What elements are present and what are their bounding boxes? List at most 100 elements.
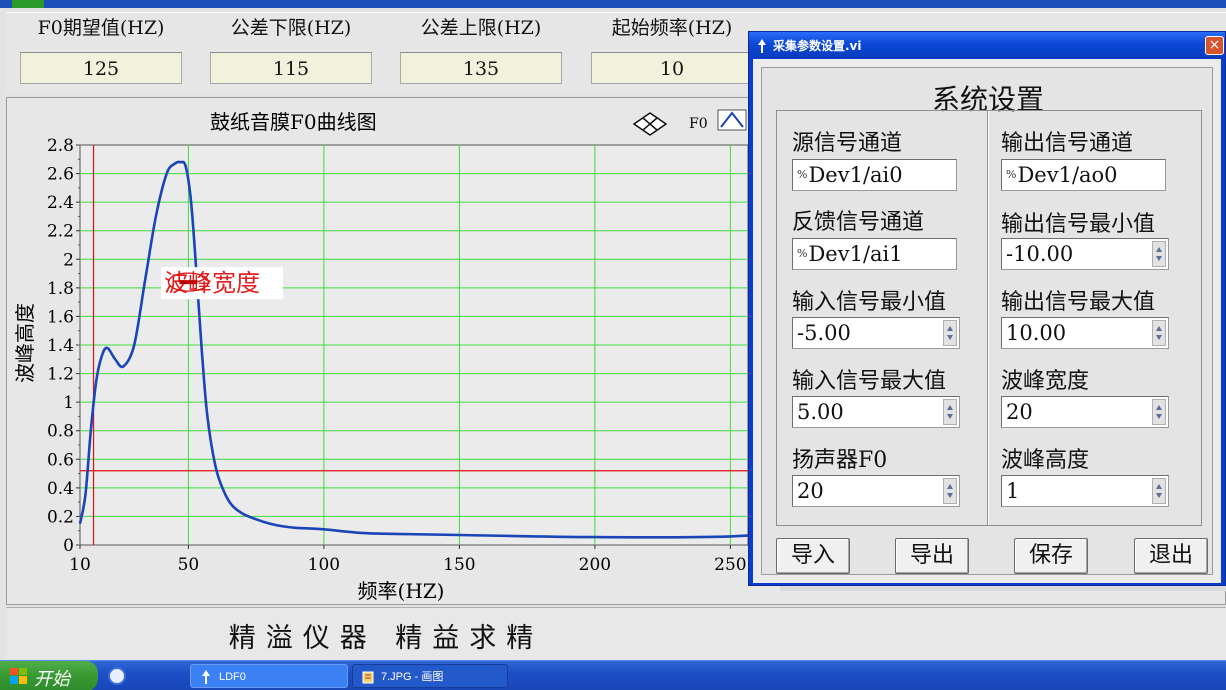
y-tick-label: 2.8 [47, 136, 74, 156]
dialog-titlebar[interactable]: 采集参数设置.vi × [749, 32, 1225, 58]
param-value[interactable]: 115 [210, 52, 372, 84]
spin-buttons[interactable] [943, 478, 957, 504]
output-min-value: -10.00 [1006, 242, 1074, 266]
spin-arrows-icon [947, 484, 953, 498]
source-channel-value: Dev1/ai0 [808, 163, 903, 187]
x-tick-label: 10 [69, 555, 91, 575]
close-button[interactable]: × [1205, 36, 1224, 55]
output-max-label: 输出信号最大值 [1001, 290, 1156, 315]
spin-arrows-icon [947, 326, 953, 340]
spin-arrows-icon [1156, 326, 1162, 340]
speaker-f0-value: 20 [797, 479, 824, 503]
param-label: 公差下限(HZ) [230, 17, 352, 39]
windows-logo-icon [10, 668, 27, 684]
y-tick-label: 2.2 [47, 222, 74, 242]
feedback-channel-input[interactable]: %Dev1/ai1 [792, 238, 957, 270]
y-tick-label: 0.8 [47, 422, 74, 442]
output-channel-input[interactable]: %Dev1/ao0 [1001, 159, 1166, 191]
y-tick-label: 0.4 [47, 479, 74, 499]
chart-title: 鼓纸音膜F0曲线图 [210, 110, 377, 134]
taskbar-item-paint[interactable]: 7.JPG - 画图 [352, 664, 508, 688]
dialog-body: 系统设置 源信号通道 %Dev1/ai0 反馈信号通道 %Dev1/ai1 输入… [753, 59, 1221, 583]
param-f0-expected: F0期望值(HZ) 125 [20, 13, 182, 84]
import-button[interactable]: 导入 [776, 538, 850, 574]
output-min-field[interactable]: -10.00 [1001, 238, 1169, 270]
spin-buttons[interactable] [1152, 399, 1166, 425]
input-min-field[interactable]: -5.00 [792, 317, 960, 349]
spin-arrows-icon [947, 405, 953, 419]
y-tick-label: 1.6 [47, 307, 74, 327]
param-value[interactable]: 125 [20, 52, 182, 84]
y-tick-label: 2.4 [47, 193, 74, 213]
param-value[interactable]: 135 [400, 52, 562, 84]
quick-launch-ie-icon[interactable] [108, 667, 126, 685]
output-max-value: 10.00 [1006, 321, 1067, 345]
footer-slogan: 精溢仪器 精益求精 [228, 623, 544, 654]
labview-vi-icon [758, 39, 766, 53]
y-tick-label: 1 [63, 393, 74, 413]
spin-buttons[interactable] [943, 399, 957, 425]
peak-height-label: 波峰高度 [1001, 448, 1090, 473]
y-axis-label: 波峰高度 [13, 303, 37, 383]
task-label: 7.JPG - 画图 [381, 671, 444, 683]
param-value[interactable]: 10 [591, 52, 753, 84]
input-min-value: -5.00 [797, 321, 851, 345]
start-button[interactable]: 开始 [0, 661, 98, 690]
input-max-label: 输入信号最大值 [792, 369, 947, 394]
spin-buttons[interactable] [1152, 478, 1166, 504]
column-divider [987, 111, 989, 525]
window-top-strip [0, 0, 1226, 8]
spin-buttons[interactable] [1152, 320, 1166, 346]
peak-width-value: 20 [1006, 400, 1033, 424]
y-tick-label: 0.2 [47, 507, 74, 527]
peak-height-value: 1 [1006, 479, 1020, 503]
channel-prefix: % [797, 168, 808, 181]
output-max-field[interactable]: 10.00 [1001, 317, 1169, 349]
export-button[interactable]: 导出 [895, 538, 969, 574]
channel-prefix: % [797, 247, 808, 260]
input-max-value: 5.00 [797, 400, 844, 424]
speaker-f0-label: 扬声器F0 [792, 448, 888, 473]
source-channel-label: 源信号通道 [792, 131, 903, 156]
source-channel-input[interactable]: %Dev1/ai0 [792, 159, 957, 191]
param-tolerance-lower: 公差下限(HZ) 115 [210, 13, 372, 84]
legend-cursor-icon[interactable] [632, 112, 668, 136]
annotation-label: 波峰宽度 [164, 269, 260, 297]
peak-height-field[interactable]: 1 [1001, 475, 1169, 507]
param-label: F0期望值(HZ) [37, 17, 165, 39]
labview-app-icon [202, 670, 210, 684]
input-max-field[interactable]: 5.00 [792, 396, 960, 428]
y-tick-label: 1.8 [47, 279, 74, 299]
spin-buttons[interactable] [1152, 241, 1166, 267]
legend-label: F0 [689, 116, 708, 132]
spin-arrows-icon [1156, 247, 1162, 261]
start-label: 开始 [34, 669, 70, 689]
peak-width-label: 波峰宽度 [1001, 369, 1090, 394]
param-tolerance-upper: 公差上限(HZ) 135 [400, 13, 562, 84]
peak-width-field[interactable]: 20 [1001, 396, 1169, 428]
peak-width-annotation: 波峰宽度 [161, 267, 283, 300]
x-tick-label: 200 [579, 555, 611, 575]
spin-buttons[interactable] [943, 320, 957, 346]
x-axis-label: 频率(HZ) [358, 579, 445, 603]
exit-button[interactable]: 退出 [1134, 538, 1208, 574]
settings-dialog: 采集参数设置.vi × 系统设置 源信号通道 %Dev1/ai0 反馈信号通道 … [748, 31, 1226, 586]
save-button[interactable]: 保存 [1014, 538, 1088, 574]
y-tick-label: 2 [63, 250, 74, 270]
y-tick-label: 1.4 [47, 336, 74, 356]
spin-arrows-icon [1156, 484, 1162, 498]
param-start-frequency: 起始频率(HZ) 10 [591, 13, 753, 84]
speaker-f0-field[interactable]: 20 [792, 475, 960, 507]
taskbar-item-ldf0[interactable]: LDF0 [190, 664, 348, 688]
param-label: 起始频率(HZ) [611, 17, 733, 39]
spin-arrows-icon [1156, 405, 1162, 419]
x-tick-label: 50 [178, 555, 200, 575]
output-channel-value: Dev1/ao0 [1017, 163, 1118, 187]
task-label: LDF0 [219, 671, 246, 683]
dialog-panel: 系统设置 源信号通道 %Dev1/ai0 反馈信号通道 %Dev1/ai1 输入… [761, 67, 1213, 575]
input-min-label: 输入信号最小值 [792, 290, 947, 315]
footer-bar: 精溢仪器 精益求精 [6, 607, 1226, 659]
x-tick-label: 250 [714, 555, 746, 575]
legend-line-icon [717, 109, 747, 131]
dialog-title: 采集参数设置.vi [773, 39, 862, 53]
